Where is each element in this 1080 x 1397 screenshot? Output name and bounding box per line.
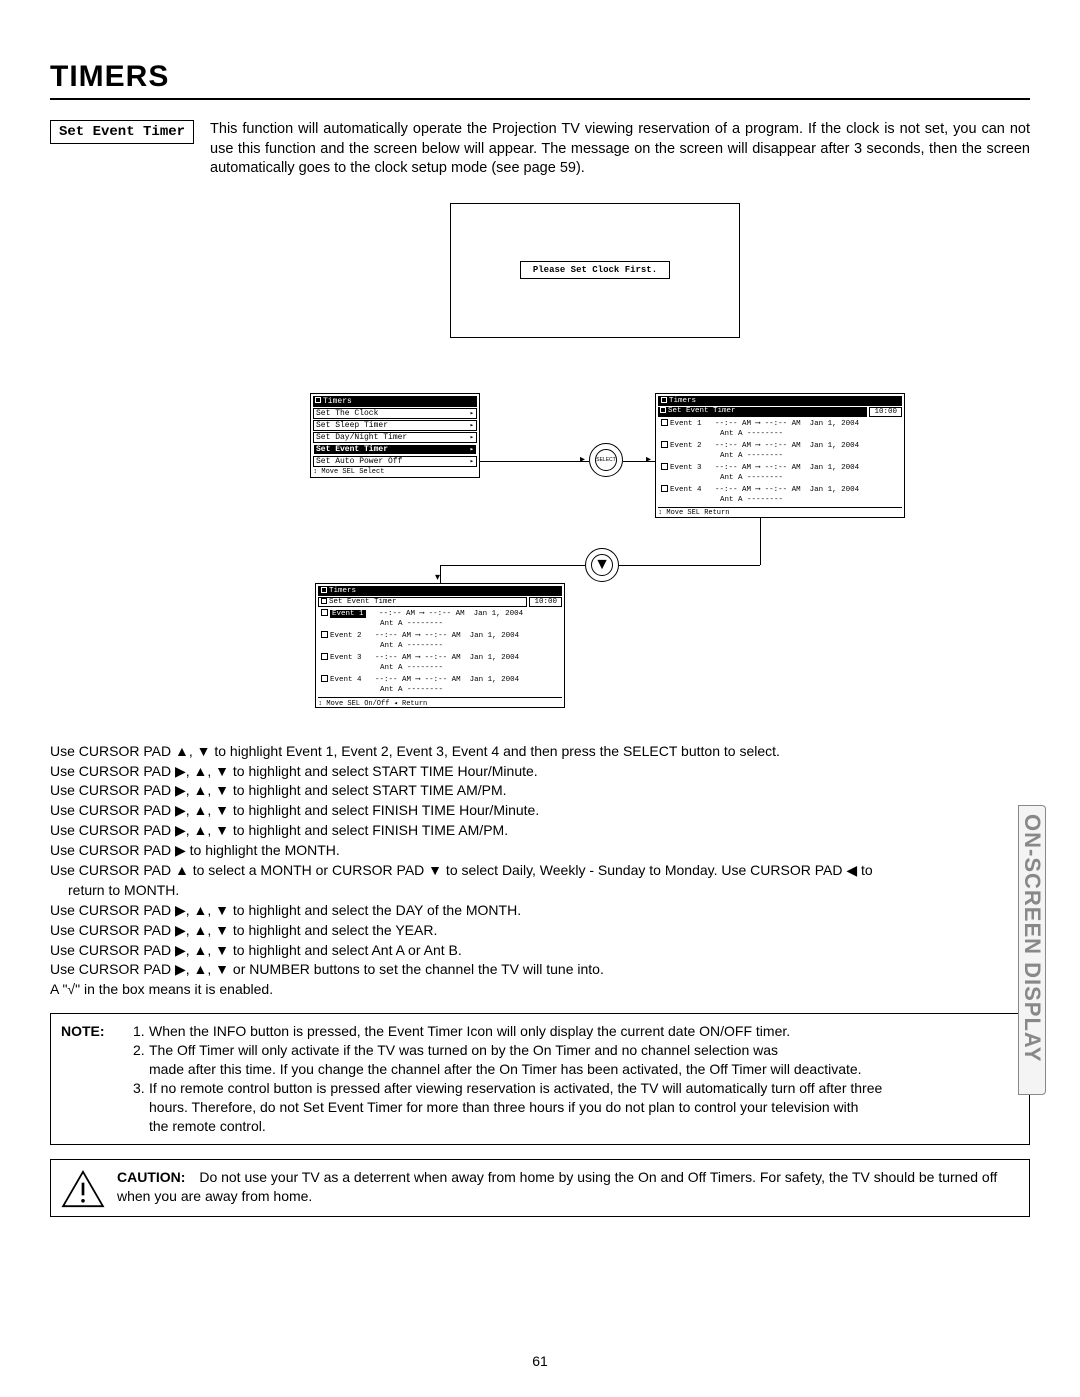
event-row-3: Event 3 --:-- AM ⟶ --:-- AM Jan 1, 2004 — [658, 461, 902, 473]
event-subtitle-text: Set Event Timer — [329, 598, 397, 606]
event-row-2-ant: Ant A -------- — [318, 641, 562, 651]
intro-row: Set Event Timer This function will autom… — [50, 120, 1030, 179]
event-row-4-ant: Ant A -------- — [318, 685, 562, 695]
caution-content: CAUTION: Do not use your TV as a deterre… — [117, 1168, 1019, 1208]
clock-warning-message: Please Set Clock First. — [520, 261, 670, 279]
instruction-line: Use CURSOR PAD ▶ to highlight the MONTH. — [50, 841, 1030, 860]
flow-line — [440, 565, 585, 566]
event-row-2-ant: Ant A -------- — [658, 451, 902, 461]
page-number: 61 — [532, 1353, 548, 1369]
event-row-1-ant: Ant A -------- — [318, 619, 562, 629]
note-content: 1.When the INFO button is pressed, the E… — [133, 1022, 1019, 1135]
instruction-line: Use CURSOR PAD ▶, ▲, ▼ to highlight and … — [50, 941, 1030, 960]
instruction-line: Use CURSOR PAD ▶, ▲, ▼ to highlight and … — [50, 921, 1030, 940]
event-row-4: Event 4 --:-- AM ⟶ --:-- AM Jan 1, 2004 — [658, 483, 902, 495]
flow-line — [619, 565, 760, 566]
timers-menu: Timers Set The Clock▸ Set Sleep Timer▸ S… — [310, 393, 480, 478]
diagram-area: Please Set Clock First. Timers Set The C… — [140, 203, 940, 718]
event-row-1-highlighted: Event 1 --:-- AM ⟶ --:-- AM Jan 1, 2004 — [318, 607, 562, 619]
event-time-text: 10:00 — [529, 597, 562, 607]
menu-item-4: Set Auto Power Off▸ — [313, 456, 477, 467]
event-title-text: Timers — [329, 587, 356, 595]
instruction-line: Use CURSOR PAD ▲ to select a MONTH or CU… — [50, 861, 1030, 880]
warning-triangle-icon — [61, 1170, 105, 1208]
event-timer-screen-right: Timers Set Event Timer 10:00 Event 1 --:… — [655, 393, 905, 518]
arrowhead-down-icon: ▾ — [435, 573, 440, 583]
instruction-line-cont: return to MONTH. — [68, 881, 1030, 900]
event-time-text: 10:00 — [869, 407, 902, 417]
page-title: TIMERS — [50, 60, 1030, 94]
event-row-4-ant: Ant A -------- — [658, 495, 902, 505]
instruction-line: A "√" in the box means it is enabled. — [50, 980, 1030, 999]
menu-title: Timers — [313, 396, 477, 407]
instruction-line: Use CURSOR PAD ▶, ▲, ▼ to highlight and … — [50, 821, 1030, 840]
caution-box: CAUTION: Do not use your TV as a deterre… — [50, 1159, 1030, 1217]
instruction-line: Use CURSOR PAD ▶, ▲, ▼ to highlight and … — [50, 762, 1030, 781]
instruction-line: Use CURSOR PAD ▶, ▲, ▼ or NUMBER buttons… — [50, 960, 1030, 979]
event-timer-screen-bottom: Timers Set Event Timer 10:00 Event 1 --:… — [315, 583, 565, 708]
caution-label: CAUTION: — [117, 1169, 185, 1185]
menu-footer: ↕ Move SEL Select — [313, 467, 477, 476]
flow-line — [440, 565, 441, 583]
arrowhead-right-icon: ▸ — [580, 455, 585, 465]
menu-item-3-highlighted: Set Event Timer▸ — [313, 444, 477, 455]
event-row-3-ant: Ant A -------- — [318, 663, 562, 673]
note-box: NOTE: 1.When the INFO button is pressed,… — [50, 1013, 1030, 1144]
down-button-icon: ▼ — [585, 548, 619, 582]
section-label: Set Event Timer — [50, 120, 194, 144]
flow-line — [480, 461, 589, 462]
event-footer-text: ↕ Move SEL Return — [658, 507, 902, 517]
event-row-2: Event 2 --:-- AM ⟶ --:-- AM Jan 1, 2004 — [658, 439, 902, 451]
menu-title-text: Timers — [323, 397, 352, 406]
instruction-line: Use CURSOR PAD ▶, ▲, ▼ to highlight and … — [50, 781, 1030, 800]
event-row-3: Event 3 --:-- AM ⟶ --:-- AM Jan 1, 2004 — [318, 651, 562, 663]
intro-text: This function will automatically operate… — [210, 120, 1030, 179]
event-row-1-ant: Ant A -------- — [658, 429, 902, 439]
event-subtitle-text: Set Event Timer — [668, 407, 736, 417]
menu-item-0: Set The Clock▸ — [313, 408, 477, 419]
event-row-3-ant: Ant A -------- — [658, 473, 902, 483]
flow-line — [760, 518, 761, 565]
side-tab: ON-SCREEN DISPLAY — [1018, 805, 1046, 1095]
instruction-line: Use CURSOR PAD ▲, ▼ to highlight Event 1… — [50, 742, 1030, 761]
instructions-list: Use CURSOR PAD ▲, ▼ to highlight Event 1… — [50, 742, 1030, 1000]
menu-item-1: Set Sleep Timer▸ — [313, 420, 477, 431]
caution-text: Do not use your TV as a deterrent when a… — [117, 1169, 997, 1204]
menu-item-2: Set Day/Night Timer▸ — [313, 432, 477, 443]
event-row-2: Event 2 --:-- AM ⟶ --:-- AM Jan 1, 2004 — [318, 629, 562, 641]
event-row-1: Event 1 --:-- AM ⟶ --:-- AM Jan 1, 2004 — [658, 417, 902, 429]
instruction-line: Use CURSOR PAD ▶, ▲, ▼ to highlight and … — [50, 801, 1030, 820]
title-rule — [50, 98, 1030, 100]
select-button-icon: SELECT — [589, 443, 623, 477]
event-footer-text: ↕ Move SEL On/Off ◂ Return — [318, 697, 562, 708]
event-title-text: Timers — [669, 397, 696, 405]
clock-warning-screen: Please Set Clock First. — [450, 203, 740, 338]
event-row-4: Event 4 --:-- AM ⟶ --:-- AM Jan 1, 2004 — [318, 673, 562, 685]
arrowhead-right-icon: ▸ — [646, 455, 651, 465]
note-label: NOTE: — [61, 1022, 133, 1135]
instruction-line: Use CURSOR PAD ▶, ▲, ▼ to highlight and … — [50, 901, 1030, 920]
